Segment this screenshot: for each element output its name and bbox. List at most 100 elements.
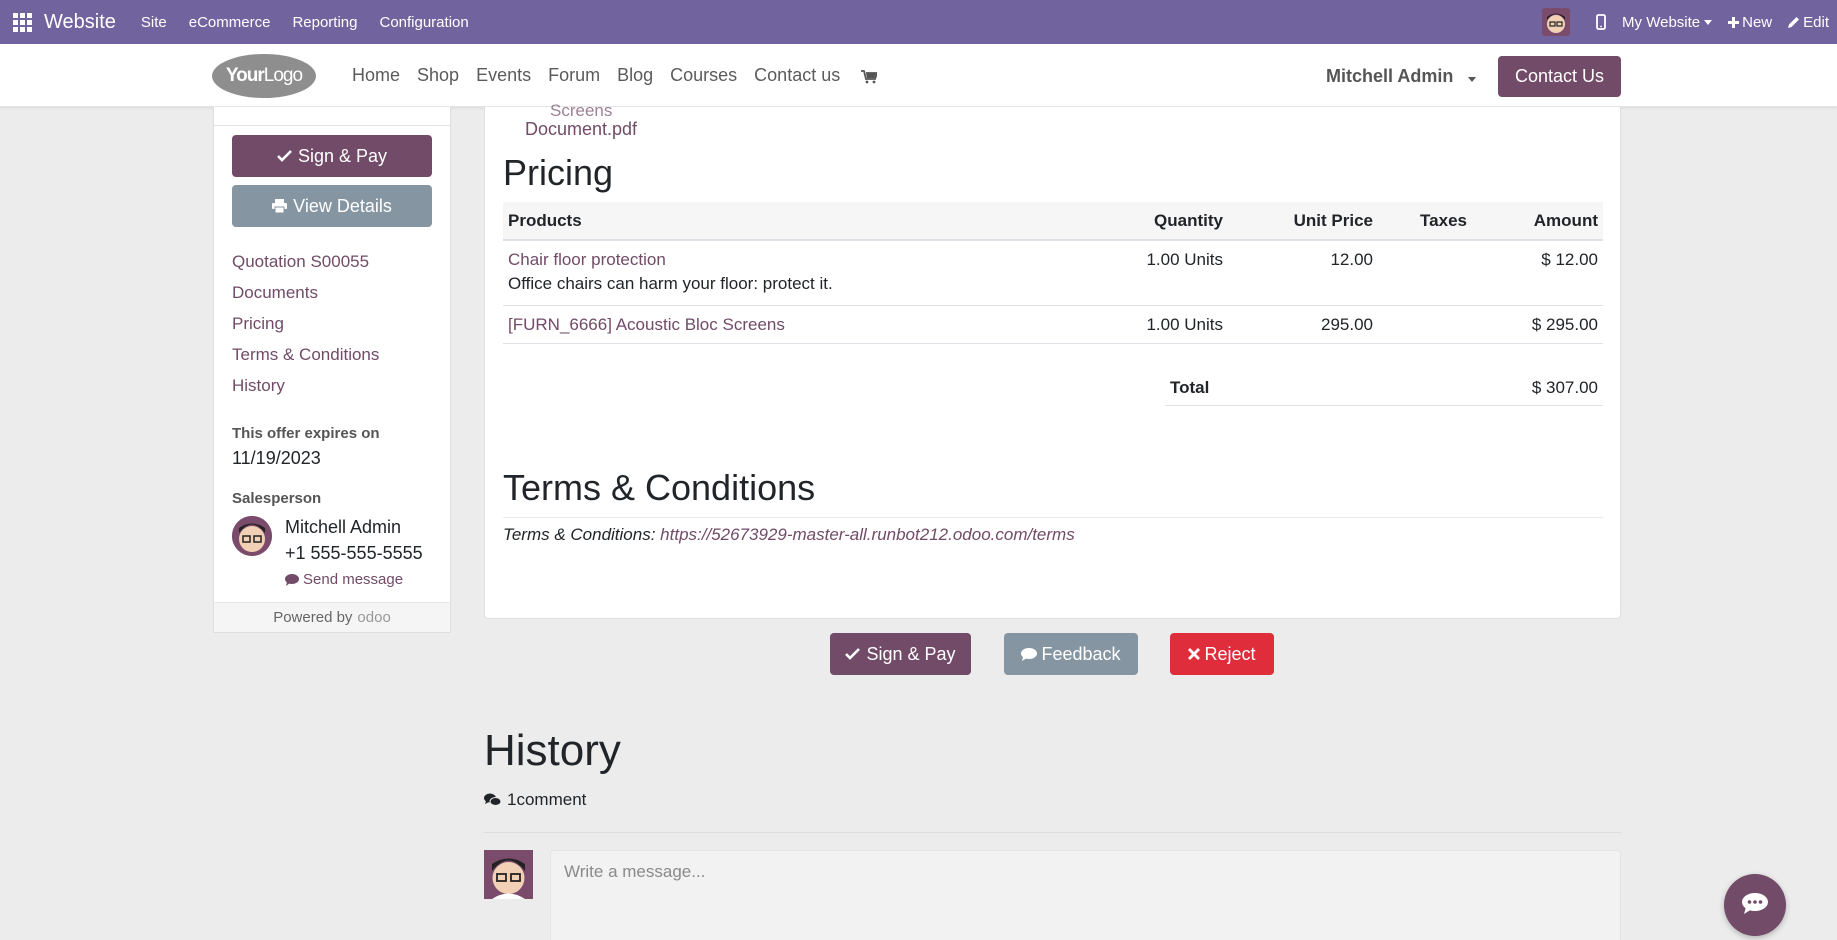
table-header: Products Quantity Unit Price Taxes Amoun…	[503, 202, 1603, 241]
reject-button[interactable]: Reject	[1170, 633, 1274, 675]
sidebar-link-quotation[interactable]: Quotation S00055	[232, 252, 379, 283]
odoo-logo[interactable]: odoo	[357, 609, 390, 626]
check-icon	[277, 150, 292, 162]
total-row: Total $ 307.00	[1165, 369, 1603, 406]
chat-icon	[1741, 892, 1769, 919]
nav-courses[interactable]: Courses	[670, 65, 737, 86]
salesperson-avatar	[232, 516, 272, 556]
terms-text: Terms & Conditions: https://52673929-mas…	[503, 525, 1075, 545]
divider	[214, 125, 450, 126]
apps-menu-icon[interactable]	[0, 0, 44, 44]
sidebar-sign-pay-button[interactable]: Sign & Pay	[232, 135, 432, 177]
col-amount: Amount	[1533, 211, 1598, 230]
current-user-avatar	[484, 850, 533, 899]
site-logo[interactable]: Your Logo	[212, 54, 316, 98]
nav-home[interactable]: Home	[352, 65, 400, 86]
divider	[484, 832, 1621, 833]
sign-pay-button[interactable]: Sign & Pay	[830, 633, 971, 675]
sidebar-link-pricing[interactable]: Pricing	[232, 314, 379, 345]
website-selector-label: My Website	[1622, 13, 1701, 31]
livechat-button[interactable]	[1724, 874, 1786, 936]
message-input[interactable]: Write a message...	[550, 850, 1621, 940]
admin-top-bar: Website Site eCommerce Reporting Configu…	[0, 0, 1837, 44]
reject-label: Reject	[1204, 643, 1256, 664]
history-heading: History	[484, 726, 621, 775]
menu-ecommerce[interactable]: eCommerce	[189, 14, 271, 31]
nav-blog[interactable]: Blog	[617, 65, 653, 86]
edit-label: Edit	[1803, 13, 1829, 31]
quotation-sidebar: Sign & Pay View Details Quotation S00055…	[213, 107, 451, 633]
amount-cell: $ 295.00	[1531, 315, 1598, 334]
product-description: Office chairs can harm your floor: prote…	[508, 274, 833, 293]
send-message-link[interactable]: Send message	[285, 571, 403, 588]
nav-events[interactable]: Events	[476, 65, 531, 86]
comment-count: 1 comment	[484, 790, 586, 810]
powered-by-footer: Powered by odoo	[214, 602, 450, 632]
menu-site[interactable]: Site	[141, 14, 167, 31]
sign-pay-label: Sign & Pay	[866, 643, 956, 664]
comment-icon	[1021, 647, 1038, 661]
table-row: Chair floor protection Office chairs can…	[503, 241, 1603, 306]
divider	[503, 517, 1603, 518]
powered-by-label: Powered by	[273, 609, 353, 626]
view-details-button[interactable]: View Details	[232, 185, 432, 227]
feedback-button[interactable]: Feedback	[1004, 633, 1138, 675]
cart-icon[interactable]	[861, 69, 879, 83]
col-products: Products	[508, 211, 582, 230]
product-cell: [FURN_6666] Acoustic Bloc Screens	[508, 315, 785, 335]
product-name[interactable]: [FURN_6666] Acoustic Bloc Screens	[508, 315, 785, 335]
user-menu[interactable]: Mitchell Admin	[1326, 66, 1477, 87]
sign-pay-label: Sign & Pay	[297, 145, 388, 166]
quantity-cell: 1.00 Units	[1146, 250, 1223, 269]
sidebar-link-terms[interactable]: Terms & Conditions	[232, 345, 379, 376]
product-cell: Chair floor protection Office chairs can…	[508, 250, 833, 294]
comment-count-label: comment	[516, 790, 587, 809]
col-quantity: Quantity	[1154, 211, 1223, 230]
feedback-label: Feedback	[1041, 643, 1121, 664]
mobile-preview-icon[interactable]	[1596, 14, 1606, 30]
col-taxes: Taxes	[1420, 211, 1467, 230]
unit-price-cell: 295.00	[1321, 315, 1373, 334]
terms-link[interactable]: https://52673929-master-all.runbot212.od…	[660, 525, 1075, 544]
document-link[interactable]: Document.pdf	[525, 119, 637, 140]
website-header: Your Logo Home Shop Events Forum Blog Cou…	[0, 44, 1837, 107]
product-name[interactable]: Chair floor protection	[508, 250, 833, 270]
send-message-label: Send message	[303, 571, 404, 588]
close-icon	[1188, 648, 1201, 660]
admin-avatar[interactable]	[1542, 8, 1571, 36]
nav-shop[interactable]: Shop	[417, 65, 459, 86]
expiry-date: 11/19/2023	[232, 448, 321, 468]
website-selector[interactable]: My Website	[1622, 13, 1713, 31]
expiry-label: This offer expires on	[232, 425, 380, 442]
menu-reporting[interactable]: Reporting	[292, 14, 357, 31]
print-icon	[272, 199, 288, 213]
comments-icon	[484, 793, 501, 807]
new-label: New	[1742, 13, 1773, 31]
total-value: $ 307.00	[1531, 378, 1598, 397]
chevron-down-icon	[1468, 77, 1477, 82]
nav-forum[interactable]: Forum	[548, 65, 600, 86]
pricing-table: Products Quantity Unit Price Taxes Amoun…	[503, 202, 1603, 344]
nav-contact-us[interactable]: Contact us	[754, 65, 840, 86]
chevron-down-icon	[1704, 19, 1713, 25]
salesperson-phone: +1 555-555-5555	[285, 543, 423, 563]
total-label: Total	[1170, 378, 1210, 397]
contact-us-button[interactable]: Contact Us	[1498, 56, 1621, 97]
sidebar-link-history[interactable]: History	[232, 376, 379, 407]
edit-button[interactable]: Edit	[1788, 14, 1829, 31]
comment-count-number: 1	[507, 790, 517, 809]
salesperson-name: Mitchell Admin	[285, 517, 402, 537]
document-item-partial[interactable]: Screens	[550, 101, 612, 121]
sidebar-link-documents[interactable]: Documents	[232, 283, 379, 314]
logo-text-bold: Your	[225, 65, 265, 86]
check-icon	[845, 648, 861, 660]
quotation-content: Screens Document.pdf Pricing Products Qu…	[484, 101, 1621, 619]
main-nav: Home Shop Events Forum Blog Courses Cont…	[352, 44, 879, 107]
menu-configuration[interactable]: Configuration	[379, 14, 468, 31]
pricing-heading: Pricing	[503, 152, 614, 193]
new-button[interactable]: New	[1728, 14, 1772, 31]
comment-icon	[285, 573, 299, 586]
app-brand[interactable]: Website	[44, 11, 116, 34]
terms-heading: Terms & Conditions	[503, 467, 816, 508]
col-unit-price: Unit Price	[1293, 211, 1373, 230]
